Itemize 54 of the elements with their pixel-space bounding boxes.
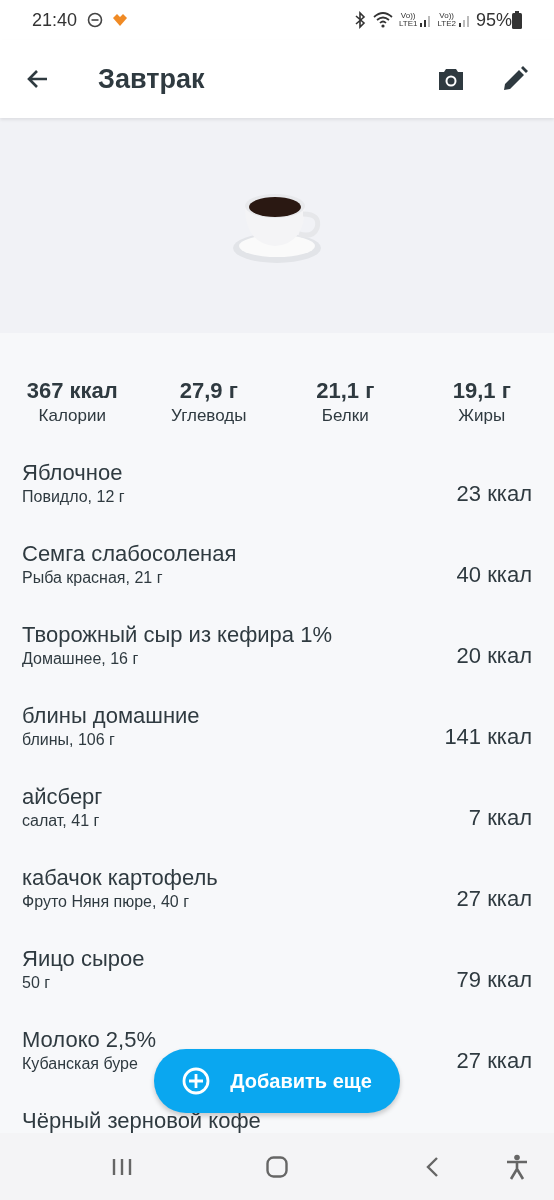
volte-label: Vo)): [439, 12, 455, 20]
food-calories: 27 ккал: [456, 885, 532, 913]
food-name: Молоко 2,5%: [22, 1026, 157, 1054]
accessibility-icon: [506, 1153, 528, 1180]
food-detail: Кубанская буре: [22, 1054, 138, 1074]
sim-label: LTE1: [398, 20, 418, 28]
sim-label: LTE2: [437, 20, 456, 28]
nutrient-value: 27,9 г: [179, 377, 238, 405]
nutrient-label: Жиры: [458, 405, 506, 427]
food-calories: 27 ккал: [456, 1047, 532, 1075]
nutrient-value: 19,1 г: [452, 377, 511, 405]
food-name: Семга слабосоленая: [22, 540, 238, 568]
food-name: кабачок картофель: [22, 864, 219, 892]
food-name: Яицо сырое: [22, 945, 146, 973]
do-not-disturb-icon: [87, 12, 104, 28]
food-name: Яблочное: [22, 459, 124, 487]
nutrient-value: 21,1 г: [316, 377, 375, 405]
nutrient-label: Углеводы: [171, 405, 247, 427]
food-calories: 79 ккал: [456, 966, 532, 994]
screen-title: Завтрак: [98, 62, 205, 96]
food-detail: салат, 41 г: [22, 811, 100, 831]
home-icon: [266, 1155, 288, 1178]
back-chevron-icon: [425, 1155, 439, 1178]
food-detail: Фруто Няня пюре, 40 г: [22, 892, 189, 912]
heart-icon: [111, 13, 130, 27]
volte-label: Vo)): [400, 12, 416, 20]
food-detail: Повидло, 12 г: [22, 487, 125, 507]
food-name: айсберг: [22, 783, 104, 811]
wifi-icon: [372, 11, 395, 29]
food-name: Творожный сыр из кефира 1%: [22, 621, 333, 649]
camera-icon: [437, 67, 465, 91]
food-name: блины домашние: [22, 702, 201, 730]
food-calories: 20 ккал: [456, 642, 532, 670]
pencil-icon: [502, 66, 528, 92]
signal-icon: [457, 13, 472, 27]
plus-circle-icon: [182, 1067, 211, 1095]
food-detail: Домашнее, 16 г: [22, 649, 139, 669]
food-detail: блины, 106 г: [22, 730, 115, 750]
nutrient-label: Белки: [321, 405, 369, 427]
food-calories: 40 ккал: [456, 561, 532, 589]
nutrient-label: Калории: [38, 405, 106, 427]
status-time: 21:40: [32, 8, 78, 32]
accessibility-button[interactable]: [504, 1152, 530, 1181]
recent-apps-icon: [112, 1157, 132, 1176]
add-more-button[interactable]: Добавить еще: [154, 1049, 400, 1113]
food-calories: 23 ккал: [456, 480, 532, 508]
food-detail: 50 г: [22, 973, 51, 993]
battery-icon: [512, 11, 522, 29]
battery-percent: 95%: [475, 8, 512, 32]
food-detail: Рыба красная, 21 г: [22, 568, 163, 588]
food-calories: 7 ккал: [468, 804, 532, 832]
home-button[interactable]: [264, 1153, 290, 1180]
food-calories: 141 ккал: [444, 723, 532, 751]
nutrient-value: 367 ккал: [26, 377, 118, 405]
